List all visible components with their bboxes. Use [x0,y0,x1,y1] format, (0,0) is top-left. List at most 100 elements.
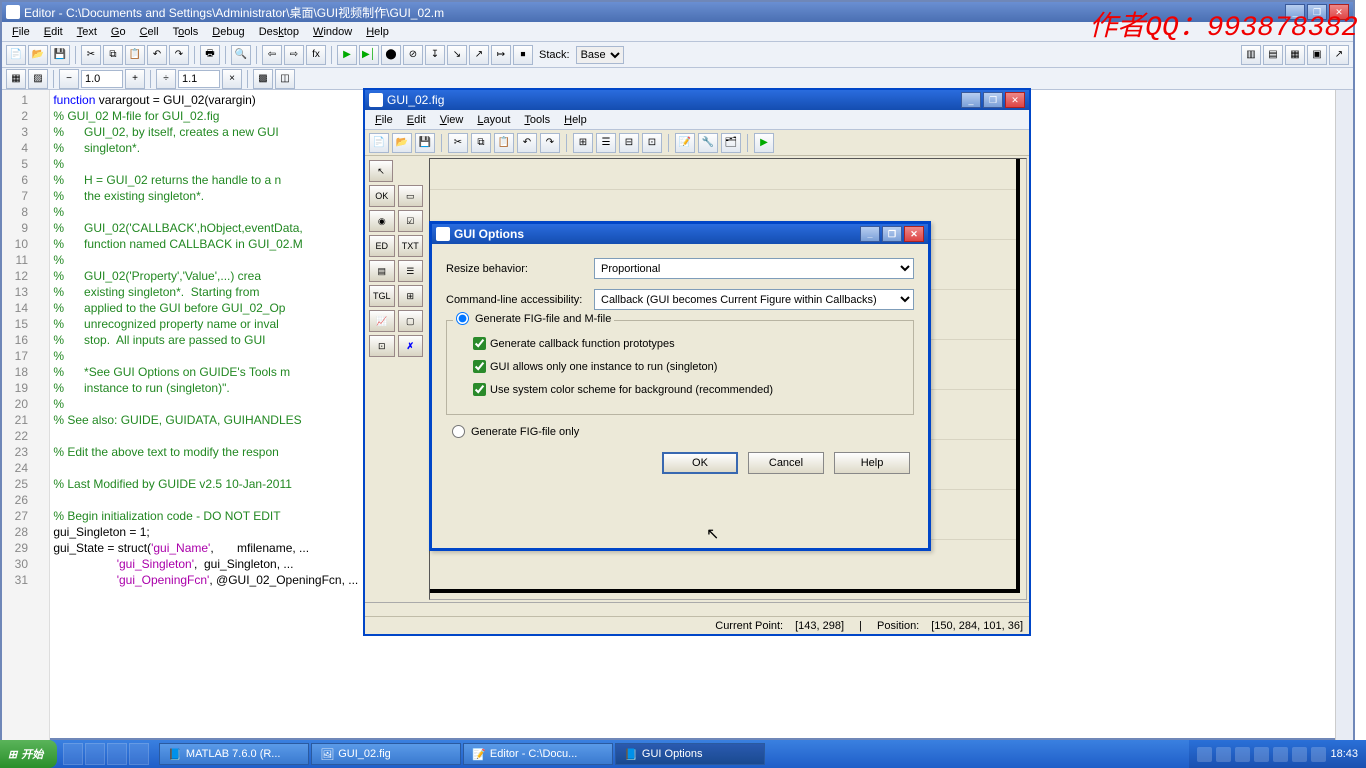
menu-go[interactable]: Go [105,24,132,40]
fx-icon[interactable]: fx [306,45,326,65]
tray-icon-7[interactable] [1311,747,1326,762]
g-undo-icon[interactable]: ↶ [517,133,537,153]
g-property-icon[interactable]: 🔧 [698,133,718,153]
pal-edittext-icon[interactable]: ED [369,235,395,257]
print-icon[interactable]: 🖶 [200,45,220,65]
gmenu-layout[interactable]: Layout [471,112,516,128]
redo-icon[interactable]: ↷ [169,45,189,65]
tray-icon-6[interactable] [1292,747,1307,762]
pal-panel-icon[interactable]: ▢ [398,310,424,332]
plus-icon[interactable]: + [125,69,145,89]
new-file-icon[interactable]: 📄 [6,45,26,65]
menu-desktop[interactable]: Desktop [253,24,305,40]
g-menu-editor-icon[interactable]: ☰ [596,133,616,153]
help-button[interactable]: Help [834,452,910,474]
pal-listbox-icon[interactable]: ☰ [398,260,424,282]
g-mfile-icon[interactable]: 📝 [675,133,695,153]
g-new-icon[interactable]: 📄 [369,133,389,153]
minus-icon[interactable]: − [59,69,79,89]
cell-2-icon[interactable]: ▨ [28,69,48,89]
g-cut-icon[interactable]: ✂ [448,133,468,153]
chk-singleton[interactable] [473,360,486,373]
radio-fig-and-mfile[interactable] [456,312,469,325]
pal-popup-icon[interactable]: ▤ [369,260,395,282]
pal-statictext-icon[interactable]: TXT [398,235,424,257]
dialog-minimize-button[interactable]: _ [860,226,880,242]
cla-select[interactable]: Callback (GUI becomes Current Figure wit… [594,289,914,310]
save-icon[interactable]: 💾 [50,45,70,65]
gmenu-help[interactable]: Help [558,112,593,128]
pal-buttongroup-icon[interactable]: ⊡ [369,335,395,357]
ql-icon-2[interactable] [85,743,105,765]
menu-file[interactable]: File [6,24,36,40]
guide-maximize-button[interactable]: ❐ [983,92,1003,108]
pal-activex-icon[interactable]: ✗ [398,335,424,357]
g-run-icon[interactable]: ▶ [754,133,774,153]
tray-icon-5[interactable] [1273,747,1288,762]
resize-select[interactable]: Proportional [594,258,914,279]
g-copy-icon[interactable]: ⧉ [471,133,491,153]
dialog-close-button[interactable]: ✕ [904,226,924,242]
open-icon[interactable]: 📂 [28,45,48,65]
editor-scrollbar[interactable] [1335,90,1353,740]
g-paste-icon[interactable]: 📋 [494,133,514,153]
pal-slider-icon[interactable]: ▭ [398,185,424,207]
cell-1-icon[interactable]: ▦ [6,69,26,89]
step-icon[interactable]: ↧ [425,45,445,65]
g-browser-icon[interactable]: 🗂 [721,133,741,153]
guide-minimize-button[interactable]: _ [961,92,981,108]
task-gui02fig[interactable]: 🖼 GUI_02.fig [311,743,461,765]
div-icon[interactable]: ÷ [156,69,176,89]
menu-tools[interactable]: Tools [167,24,205,40]
tray-clock[interactable]: 18:43 [1330,748,1358,760]
undock-icon[interactable]: ↗ [1329,45,1349,65]
tile-3-icon[interactable]: ▦ [1285,45,1305,65]
stop-icon[interactable]: ⏹ [513,45,533,65]
cell-4-icon[interactable]: ◫ [275,69,295,89]
step-in-icon[interactable]: ↘ [447,45,467,65]
ql-icon-1[interactable] [63,743,83,765]
tray-icon-3[interactable] [1235,747,1250,762]
breakpoint-clear-icon[interactable]: ⊘ [403,45,423,65]
tray-icon-1[interactable] [1197,747,1212,762]
task-guioptions[interactable]: 📘 GUI Options [615,743,765,765]
find-icon[interactable]: 🔍 [231,45,251,65]
pal-table-icon[interactable]: ⊞ [398,285,424,307]
cancel-button[interactable]: Cancel [748,452,824,474]
pal-checkbox-icon[interactable]: ☑ [398,210,424,232]
back-icon[interactable]: ⇦ [262,45,282,65]
pal-select-icon[interactable]: ↖ [369,160,393,182]
continue-icon[interactable]: ↦ [491,45,511,65]
g-redo-icon[interactable]: ↷ [540,133,560,153]
tray-icon-4[interactable] [1254,747,1269,762]
pal-toggle-icon[interactable]: TGL [369,285,395,307]
cell-3-icon[interactable]: ▩ [253,69,273,89]
stack-select[interactable]: Base [576,46,624,64]
run-advance-icon[interactable]: ▶│ [359,45,379,65]
task-matlab[interactable]: 📘 MATLAB 7.6.0 (R... [159,743,309,765]
g-open-icon[interactable]: 📂 [392,133,412,153]
pal-pushbutton-icon[interactable]: OK [369,185,395,207]
ql-icon-3[interactable] [107,743,127,765]
guide-close-button[interactable]: ✕ [1005,92,1025,108]
cut-icon[interactable]: ✂ [81,45,101,65]
ok-button[interactable]: OK [662,452,738,474]
menu-text[interactable]: Text [71,24,103,40]
step-out-icon[interactable]: ↗ [469,45,489,65]
dialog-maximize-button[interactable]: ❐ [882,226,902,242]
undo-icon[interactable]: ↶ [147,45,167,65]
gmenu-view[interactable]: View [434,112,470,128]
tile-2-icon[interactable]: ▤ [1263,45,1283,65]
mul-icon[interactable]: × [222,69,242,89]
tile-1-icon[interactable]: ▥ [1241,45,1261,65]
chk-callback-prototypes[interactable] [473,337,486,350]
start-button[interactable]: ⊞ 开始 [0,740,57,768]
copy-icon[interactable]: ⧉ [103,45,123,65]
menu-edit[interactable]: Edit [38,24,69,40]
menu-cell[interactable]: Cell [134,24,165,40]
run-icon[interactable]: ▶ [337,45,357,65]
radio-fig-only[interactable] [452,425,465,438]
ql-icon-4[interactable] [129,743,149,765]
tray-icon-2[interactable] [1216,747,1231,762]
task-editor[interactable]: 📝 Editor - C:\Docu... [463,743,613,765]
